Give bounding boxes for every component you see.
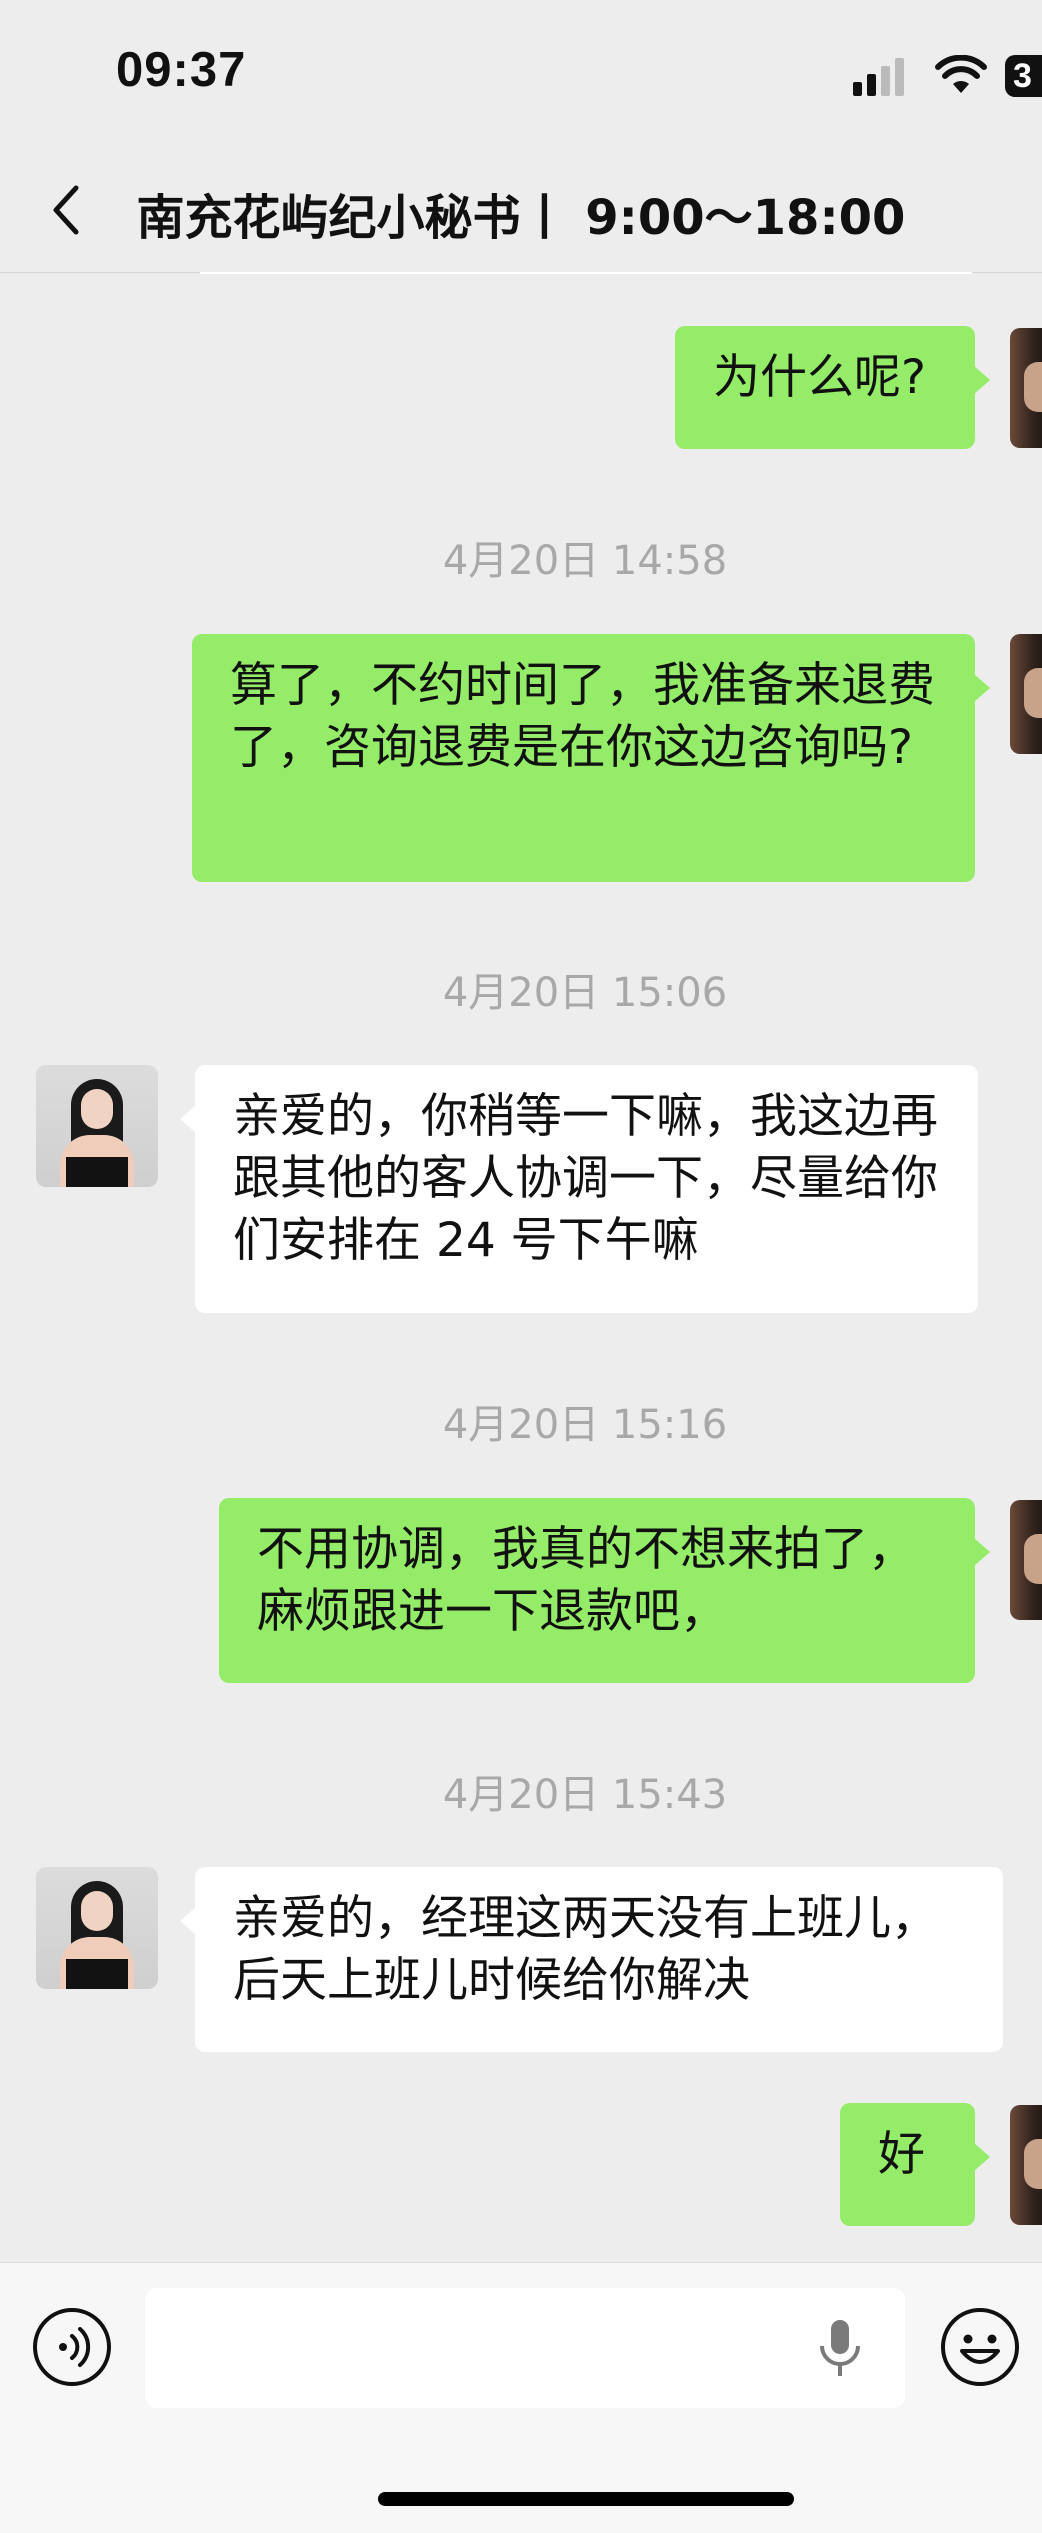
- status-time: 09:37: [116, 43, 247, 97]
- voice-icon[interactable]: [30, 2305, 114, 2389]
- message-bubble[interactable]: 好: [840, 2103, 990, 2226]
- chat-title: 南充花屿纪小秘书丨 9:00～18:00: [136, 190, 906, 246]
- message-bubble[interactable]: 不用协调，我真的不想来拍了，麻烦跟进一下退款吧，: [219, 1498, 990, 1683]
- timestamp: 4月20日 14:58: [442, 538, 728, 584]
- message-input[interactable]: [145, 2288, 905, 2408]
- battery-icon: 3: [1005, 55, 1042, 97]
- avatar[interactable]: [36, 1867, 158, 1989]
- avatar[interactable]: [1010, 2105, 1042, 2225]
- home-indicator: [378, 2492, 794, 2506]
- avatar[interactable]: [1010, 634, 1042, 754]
- timestamp: 4月20日 15:43: [442, 1772, 728, 1818]
- emoji-icon[interactable]: [938, 2305, 1022, 2389]
- battery-level: 3: [1013, 57, 1032, 95]
- signal-icon: [853, 58, 904, 96]
- message-bubble[interactable]: 算了，不约时间了，我准备来退费了，咨询退费是在你这边咨询吗?: [192, 634, 990, 882]
- timestamp: 4月20日 15:06: [442, 970, 728, 1016]
- status-bar: 09:37 3: [0, 0, 1042, 150]
- message-bubble[interactable]: 为什么呢?: [675, 326, 990, 449]
- header-divider: [200, 272, 972, 274]
- message-bubble[interactable]: 亲爱的，你稍等一下嘛，我这边再跟其他的客人协调一下，尽量给你们安排在 24 号下…: [180, 1065, 978, 1313]
- message-bubble[interactable]: 亲爱的，经理这两天没有上班儿，后天上班儿时候给你解决: [180, 1867, 1003, 2052]
- microphone-icon[interactable]: [815, 2318, 865, 2382]
- timestamp: 4月20日 15:16: [442, 1402, 728, 1448]
- avatar[interactable]: [1010, 1500, 1042, 1620]
- chat-header: 南充花屿纪小秘书丨 9:00～18:00: [0, 150, 1042, 273]
- wifi-icon: [935, 55, 987, 93]
- avatar[interactable]: [36, 1065, 158, 1187]
- avatar[interactable]: [1010, 328, 1042, 448]
